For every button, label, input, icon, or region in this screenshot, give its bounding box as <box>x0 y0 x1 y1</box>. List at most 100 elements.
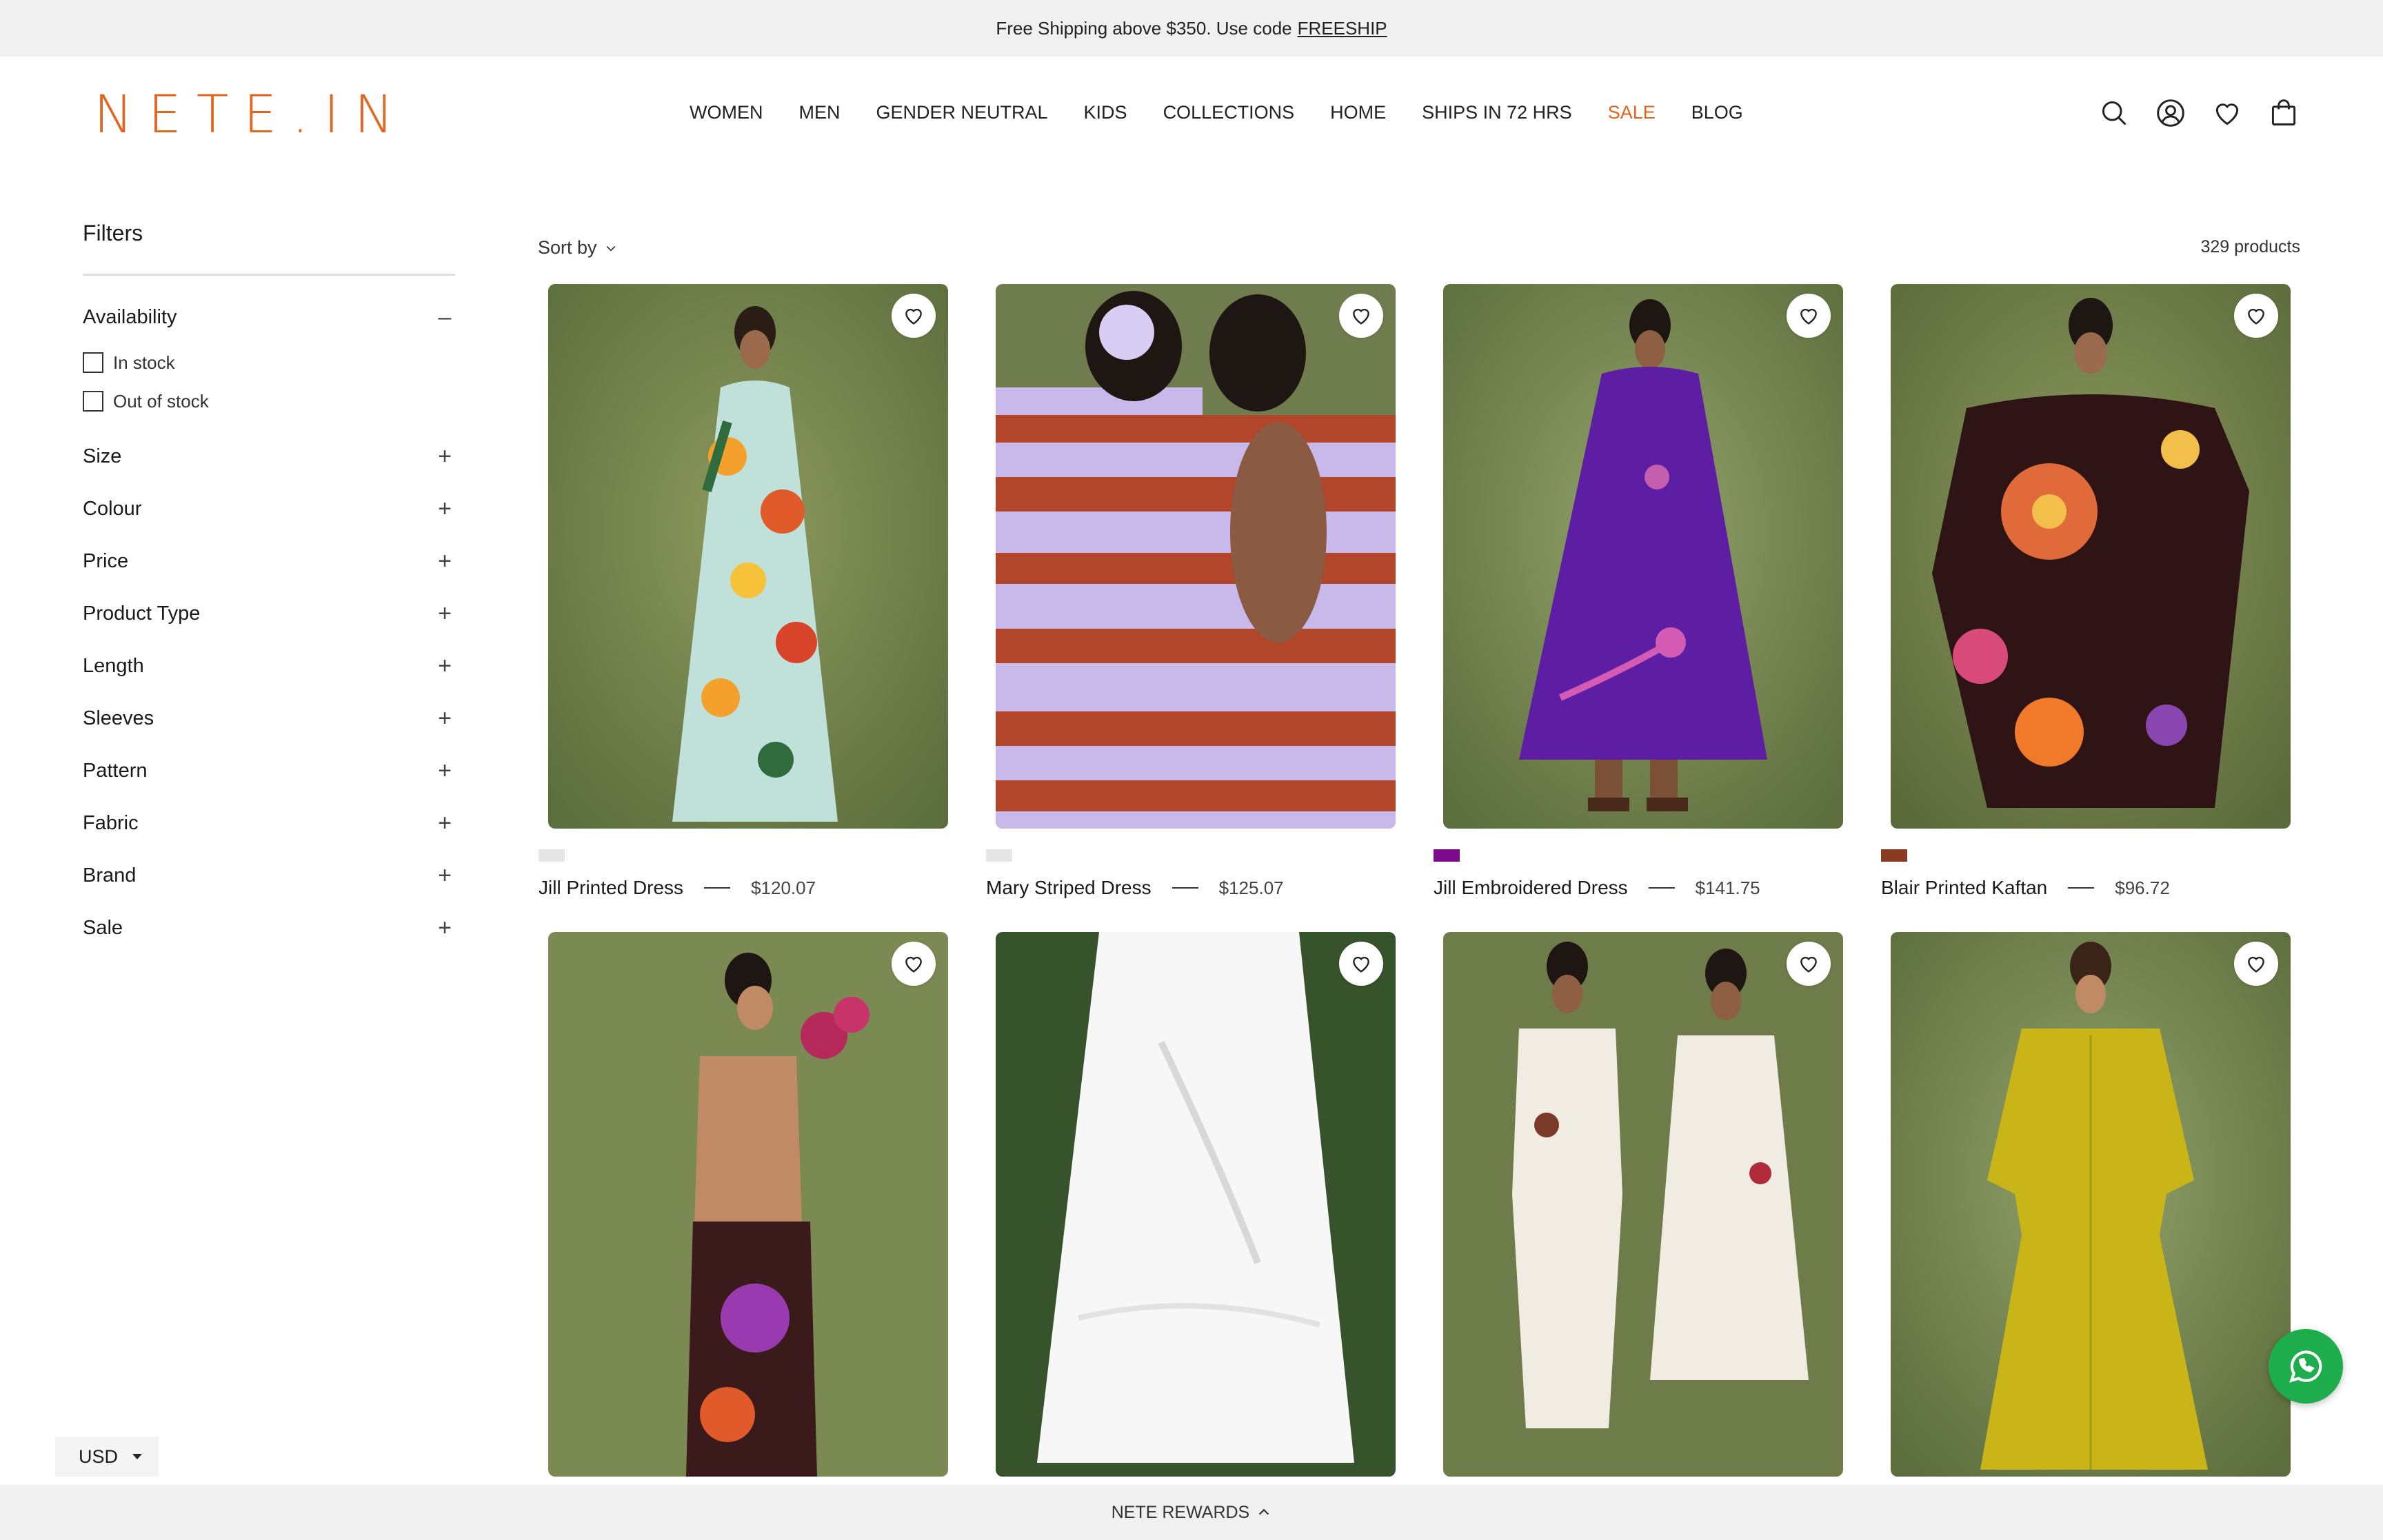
out-of-stock-checkbox[interactable]: Out of stock <box>83 382 455 421</box>
heart-icon <box>2248 956 2264 973</box>
product-card[interactable]: Jill Printed Dress $120.07 <box>539 284 948 899</box>
product-card[interactable] <box>1443 932 1843 1477</box>
product-card[interactable]: Jill Embroidered Dress $141.75 <box>1434 284 1843 899</box>
filter-sale[interactable]: Sale + <box>83 902 455 954</box>
wishlist-button[interactable] <box>892 942 936 986</box>
in-stock-checkbox[interactable]: In stock <box>83 343 455 382</box>
wishlist-button[interactable] <box>1787 942 1831 986</box>
filter-availability: Availability – In stock Out of stock <box>83 291 455 421</box>
nav-home[interactable]: HOME <box>1330 102 1386 123</box>
nav-ships-72[interactable]: SHIPS IN 72 HRS <box>1422 102 1572 123</box>
filter-colour[interactable]: Colour + <box>83 483 455 535</box>
plus-icon: + <box>438 862 452 889</box>
divider <box>1648 887 1675 889</box>
product-meta: Jill Embroidered Dress $141.75 <box>1434 877 1843 899</box>
nav-kids[interactable]: KIDS <box>1084 102 1127 123</box>
filter-availability-toggle[interactable]: Availability – <box>83 291 455 343</box>
heart-icon <box>1353 308 1369 325</box>
divider <box>2068 887 2095 889</box>
filter-pattern[interactable]: Pattern + <box>83 744 455 797</box>
wishlist-button[interactable] <box>2234 942 2278 986</box>
nav-women[interactable]: WOMEN <box>690 102 763 123</box>
product-card[interactable]: Blair Printed Kaftan $96.72 <box>1881 284 2291 899</box>
nav-men[interactable]: MEN <box>798 102 840 123</box>
filter-brand[interactable]: Brand + <box>83 849 455 902</box>
colour-swatch[interactable] <box>539 849 565 862</box>
announcement-bar: Free Shipping above $350. Use code FREES… <box>0 0 2383 57</box>
plus-icon: + <box>438 495 452 522</box>
filter-label: Sleeves <box>83 707 154 729</box>
plus-icon: + <box>438 652 452 679</box>
plus-icon: + <box>438 443 452 469</box>
announcement-text: Free Shipping above $350. Use code <box>996 17 1292 39</box>
product-image[interactable] <box>1891 284 2291 829</box>
product-name[interactable]: Jill Embroidered Dress <box>1434 877 1628 899</box>
nav-sale[interactable]: SALE <box>1608 102 1656 123</box>
colour-swatch[interactable] <box>1881 849 1907 862</box>
product-name[interactable]: Blair Printed Kaftan <box>1881 877 2047 899</box>
caret-down-icon <box>132 1454 142 1459</box>
plus-icon: + <box>438 757 452 784</box>
filter-size[interactable]: Size + <box>83 430 455 483</box>
filter-product-type[interactable]: Product Type + <box>83 587 455 640</box>
product-price: $120.07 <box>751 877 816 898</box>
product-image[interactable] <box>996 932 1396 1477</box>
whatsapp-chat-button[interactable] <box>2269 1329 2343 1404</box>
heart-icon <box>1800 308 1817 325</box>
nav-collections[interactable]: COLLECTIONS <box>1163 102 1295 123</box>
filter-label: Length <box>83 654 144 677</box>
filter-label: Fabric <box>83 811 139 834</box>
wishlist-button[interactable] <box>2234 294 2278 338</box>
bag-icon[interactable] <box>2267 97 2300 130</box>
product-price: $141.75 <box>1695 877 1760 898</box>
product-name[interactable]: Mary Striped Dress <box>986 877 1152 899</box>
filters-title: Filters <box>83 221 455 276</box>
colour-swatch[interactable] <box>986 849 1012 862</box>
wishlist-button[interactable] <box>1339 942 1383 986</box>
checkbox-label: In stock <box>113 352 175 373</box>
search-icon[interactable] <box>2098 97 2131 130</box>
wishlist-button[interactable] <box>1787 294 1831 338</box>
product-card[interactable]: Mary Striped Dress $125.07 <box>986 284 1396 899</box>
product-image[interactable] <box>996 284 1396 829</box>
product-card[interactable] <box>1891 932 2291 1477</box>
filter-fabric[interactable]: Fabric + <box>83 797 455 849</box>
wishlist-button[interactable] <box>892 294 936 338</box>
product-card[interactable] <box>996 932 1396 1477</box>
product-count: 329 products <box>2200 237 2300 256</box>
whatsapp-icon <box>2289 1350 2322 1383</box>
product-image[interactable] <box>548 932 948 1477</box>
product-meta: Mary Striped Dress $125.07 <box>986 877 1396 899</box>
filter-length[interactable]: Length + <box>83 640 455 692</box>
currency-selector[interactable]: USD <box>55 1437 159 1477</box>
sort-by-dropdown[interactable]: Sort by <box>538 237 618 259</box>
site-header: NETE.IN WOMEN MEN GENDER NEUTRAL KIDS CO… <box>0 57 2383 170</box>
checkbox[interactable] <box>83 352 103 373</box>
filter-price[interactable]: Price + <box>83 535 455 587</box>
product-image[interactable] <box>1891 932 2291 1477</box>
plus-icon: + <box>438 600 452 627</box>
product-card[interactable] <box>548 932 948 1477</box>
promo-code-link[interactable]: FREESHIP <box>1298 18 1387 39</box>
plus-icon: + <box>438 705 452 731</box>
checkbox[interactable] <box>83 391 103 412</box>
plus-icon: + <box>438 547 452 574</box>
product-price: $96.72 <box>2115 877 2170 898</box>
filter-sleeves[interactable]: Sleeves + <box>83 692 455 744</box>
divider <box>704 887 731 889</box>
filter-label: Sale <box>83 916 123 939</box>
colour-swatch[interactable] <box>1434 849 1460 862</box>
nav-blog[interactable]: BLOG <box>1691 102 1743 123</box>
header-icons <box>2098 97 2300 130</box>
product-image[interactable] <box>548 284 948 829</box>
product-name[interactable]: Jill Printed Dress <box>539 877 683 899</box>
product-image[interactable] <box>1443 284 1843 829</box>
heart-icon[interactable] <box>2211 97 2244 130</box>
nav-gender-neutral[interactable]: GENDER NEUTRAL <box>876 102 1047 123</box>
rewards-bar[interactable]: NETE REWARDS <box>0 1485 2383 1540</box>
heart-icon <box>905 308 922 325</box>
wishlist-button[interactable] <box>1339 294 1383 338</box>
product-image[interactable] <box>1443 932 1843 1477</box>
account-icon[interactable] <box>2154 97 2187 130</box>
logo[interactable]: NETE.IN <box>94 88 409 141</box>
